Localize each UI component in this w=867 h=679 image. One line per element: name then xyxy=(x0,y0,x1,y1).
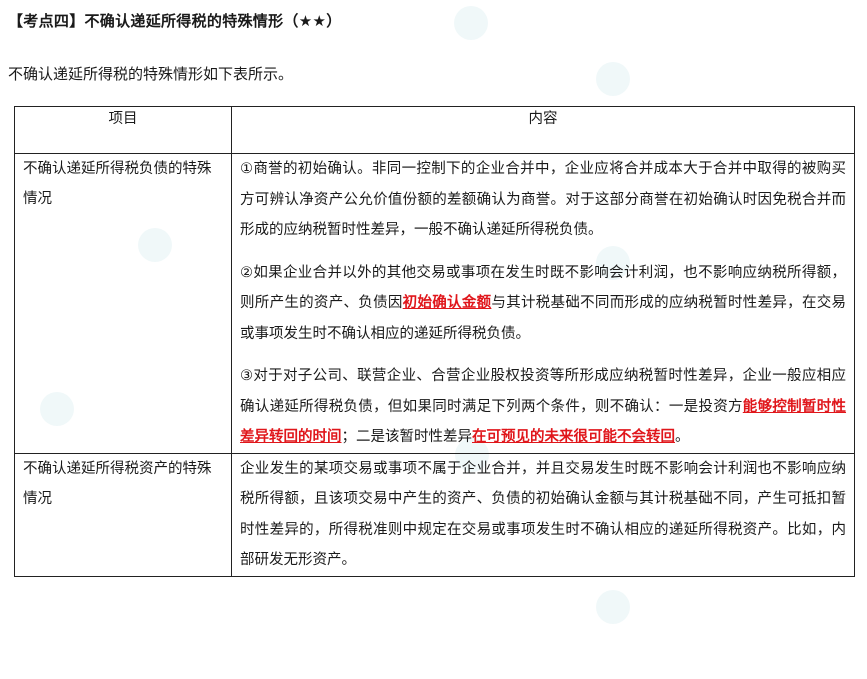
paragraph-asset-case: 企业发生的某项交易或事项不属于企业合并，并且交易发生时既不影响会计利润也不影响应… xyxy=(240,460,846,569)
row-label-liability: 不确认递延所得税负债的特殊情况 xyxy=(14,153,232,454)
row-content-liability: ①商誉的初始确认。非同一控制下的企业合并中，企业应将合并成本大于合并中取得的被购… xyxy=(231,153,855,454)
text-segment: 。 xyxy=(675,429,690,445)
special-cases-table: 项目 内容 不确认递延所得税负债的特殊情况 ①商誉的初始确认。非同一控制下的企业… xyxy=(14,106,855,577)
watermark-logo-icon xyxy=(596,590,630,624)
paragraph-equity-investment: ③对于对子公司、联营企业、合营企业股权投资等所形成应纳税暂时性差异，企业一般应相… xyxy=(240,361,846,453)
table-row: 不确认递延所得税负债的特殊情况 ①商誉的初始确认。非同一控制下的企业合并中，企业… xyxy=(14,153,855,454)
emphasis-initial-amount: 初始确认金额 xyxy=(402,295,492,311)
text-segment: ；二是该暂时性差异 xyxy=(341,429,473,445)
table-header-row: 项目 内容 xyxy=(14,106,855,154)
header-item: 项目 xyxy=(14,106,232,154)
watermark-logo-icon xyxy=(596,62,630,96)
paragraph-goodwill: ①商誉的初始确认。非同一控制下的企业合并中，企业应将合并成本大于合并中取得的被购… xyxy=(240,161,846,238)
watermark-logo-icon xyxy=(454,6,488,40)
row-label-asset: 不确认递延所得税资产的特殊情况 xyxy=(14,452,232,577)
emphasis-not-reverse-foreseeable-future: 在可预见的未来很可能不会转回 xyxy=(472,429,675,445)
section-heading: 【考点四】不确认递延所得税的特殊情形（★★） xyxy=(8,12,342,30)
table-row: 不确认递延所得税资产的特殊情况 企业发生的某项交易或事项不属于企业合并，并且交易… xyxy=(14,452,855,577)
intro-text: 不确认递延所得税的特殊情形如下表所示。 xyxy=(8,65,294,83)
paragraph-non-merger-transaction: ②如果企业合并以外的其他交易或事项在发生时既不影响会计利润，也不影响应纳税所得额… xyxy=(240,258,846,350)
row-content-asset: 企业发生的某项交易或事项不属于企业合并，并且交易发生时既不影响会计利润也不影响应… xyxy=(231,452,855,577)
header-content: 内容 xyxy=(231,106,855,154)
